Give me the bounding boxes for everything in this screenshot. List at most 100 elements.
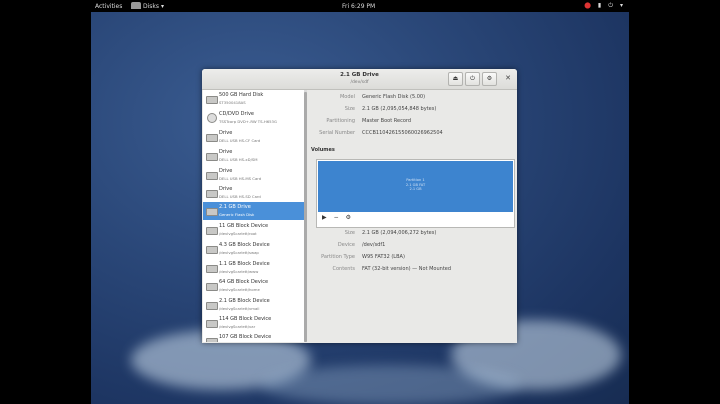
device-name: 1.1 GB Block Device xyxy=(219,261,270,267)
device-name: 107 GB Block Device xyxy=(219,334,272,340)
device-detail: /devlvgScarlett/home xyxy=(219,287,260,292)
network-icon[interactable]: ⬤ xyxy=(584,2,591,10)
device-row: Device/dev/sdf1 xyxy=(307,240,516,250)
drive-icon xyxy=(206,134,218,142)
volume-size-row: Size 2.1 GB (2,094,006,272 bytes) xyxy=(307,228,516,238)
usb-drive-icon xyxy=(206,208,218,216)
partitioning-label: Partitioning xyxy=(326,118,355,124)
contents-value: FAT (32-bit version) — Not Mounted xyxy=(362,266,452,272)
list-item-block-device-root[interactable]: 11 GB Block Device/devlvgScarlett/root xyxy=(203,221,304,239)
volume-toolbar: ▶ − ⚙ xyxy=(322,214,351,221)
device-name: 2.1 GB Drive xyxy=(219,204,251,210)
device-label: Device xyxy=(337,242,355,248)
device-name: Drive xyxy=(219,130,233,136)
gear-icon: ⚙ xyxy=(345,214,352,221)
device-detail: TSSTcorp DVD+-RW TS-H653G xyxy=(219,119,277,124)
partition-block[interactable]: Partition 1 2.1 GB FAT 2.1 GB xyxy=(318,161,513,212)
device-detail: /devlvgScarlett/vmail xyxy=(219,306,260,311)
block-device-icon xyxy=(206,265,218,273)
block-device-icon xyxy=(206,338,218,342)
partition-label: Partition 1 2.1 GB FAT 2.1 GB xyxy=(405,178,426,191)
drive-settings-button[interactable]: ⚙ xyxy=(482,72,497,86)
block-device-icon xyxy=(206,227,218,235)
device-detail: DELL USB HS-xD/SM xyxy=(219,157,258,162)
block-device-icon xyxy=(206,283,218,291)
list-item-drive-xd[interactable]: Drive DELL USB HS-xD/SM xyxy=(203,147,304,165)
list-item-block-device-107gb[interactable]: 107 GB Block Device xyxy=(203,332,304,342)
device-detail: DELL USB HS-CF Card xyxy=(219,138,261,143)
serial-row: Serial Number CCCB110426155060026962504 xyxy=(307,128,516,138)
partitioning-value: Master Boot Record xyxy=(362,118,412,124)
device-detail: /devlvgScarlett/swap xyxy=(219,250,259,255)
list-item-drive-ms[interactable]: Drive DELL USB HS-MS Card xyxy=(203,166,304,184)
device-name: CD/DVD Drive xyxy=(219,111,254,117)
partition-type-label: Partition Type xyxy=(321,254,355,260)
optical-disc-icon xyxy=(207,113,217,123)
list-item-cd-dvd-drive[interactable]: CD/DVD Drive TSSTcorp DVD+-RW TS-H653G xyxy=(203,109,304,127)
drive-icon xyxy=(206,172,218,180)
list-item-block-device-vmail[interactable]: 2.1 GB Block Device/devlvgScarlett/vmail xyxy=(203,296,304,314)
model-label: Model xyxy=(339,94,355,100)
list-item-block-device-var[interactable]: 114 GB Block Device/devlvgScarlett/var xyxy=(203,314,304,332)
clock[interactable]: Fri 6:29 PM xyxy=(342,3,375,10)
device-detail: Generic Flash Disk xyxy=(219,212,255,217)
block-device-icon xyxy=(206,302,218,310)
app-menu-label: Disks ▾ xyxy=(143,3,164,10)
device-list: 500 GB Hard Disk ST3500418AS CD/DVD Drive… xyxy=(203,90,304,342)
play-icon: ▶ xyxy=(322,214,327,221)
disks-window: 2.1 GB Drive /dev/sdf ⏏ ⏻ ⚙ ✕ 500 GB Har… xyxy=(202,69,517,343)
list-item-drive-cf[interactable]: Drive DELL USB HS-CF Card xyxy=(203,128,304,146)
power-off-button[interactable]: ⏻ xyxy=(465,72,480,86)
size-label: Size xyxy=(344,106,355,112)
device-name: 64 GB Block Device xyxy=(219,279,269,285)
gear-icon: ⚙ xyxy=(486,75,493,82)
device-detail: ST3500418AS xyxy=(219,100,246,105)
top-bar: Activities Disks ▾ Fri 6:29 PM ⬤ ▮ ⏻ ▾ xyxy=(91,0,629,12)
size-row: Size 2.1 GB (2,095,054,848 bytes) xyxy=(307,104,516,114)
device-name: Drive xyxy=(219,168,233,174)
serial-value: CCCB110426155060026962504 xyxy=(362,130,443,136)
contents-row: Contents FAT (32-bit version) — Not Mount… xyxy=(307,264,516,274)
drive-icon xyxy=(206,190,218,198)
volume-map: Partition 1 2.1 GB FAT 2.1 GB ▶ − ⚙ xyxy=(316,159,515,228)
volume-size-label: Size xyxy=(344,230,355,236)
chevron-down-icon[interactable]: ▾ xyxy=(620,2,623,10)
power-icon[interactable]: ⏻ xyxy=(608,2,613,10)
close-button[interactable]: ✕ xyxy=(502,72,514,84)
list-item-block-device-swap[interactable]: 4.3 GB Block Device/devlvgScarlett/swap xyxy=(203,240,304,258)
delete-partition-button[interactable]: − xyxy=(334,214,339,221)
partition-settings-button[interactable]: ⚙ xyxy=(346,214,351,221)
block-device-icon xyxy=(206,246,218,254)
cloud-decoration xyxy=(261,365,521,404)
partition-type-row: Partition Type W95 FAT32 (LBA) xyxy=(307,252,516,262)
partition-type-value: W95 FAT32 (LBA) xyxy=(362,254,405,260)
contents-label: Contents xyxy=(332,266,356,272)
window-titlebar[interactable]: 2.1 GB Drive /dev/sdf ⏏ ⏻ ⚙ ✕ xyxy=(202,69,517,90)
disks-app-icon xyxy=(131,2,141,9)
size-value: 2.1 GB (2,095,054,848 bytes) xyxy=(362,106,437,112)
activities-button[interactable]: Activities xyxy=(95,3,122,10)
minus-icon: − xyxy=(333,214,339,221)
close-icon: ✕ xyxy=(505,74,511,82)
list-item-drive-sd[interactable]: Drive DELL USB HS-SD Card xyxy=(203,184,304,202)
volume-size-value: 2.1 GB (2,094,006,272 bytes) xyxy=(362,230,437,236)
system-tray[interactable]: ⬤ ▮ ⏻ ▾ xyxy=(584,2,623,10)
partitioning-row: Partitioning Master Boot Record xyxy=(307,116,516,126)
power-icon: ⏻ xyxy=(470,75,475,82)
eject-button[interactable]: ⏏ xyxy=(448,72,463,86)
device-detail: DELL USB HS-SD Card xyxy=(219,194,261,199)
model-value: Generic Flash Disk (5.00) xyxy=(362,94,426,100)
list-item-500gb-hard-disk[interactable]: 500 GB Hard Disk ST3500418AS xyxy=(203,90,304,108)
device-detail: /devlvgScarlett/root xyxy=(219,231,257,236)
device-name: 114 GB Block Device xyxy=(219,316,272,322)
list-item-block-device-home[interactable]: 64 GB Block Device/devlvgScarlett/home xyxy=(203,277,304,295)
mount-button[interactable]: ▶ xyxy=(322,214,327,221)
device-detail: /devlvgScarlett/var xyxy=(219,324,256,329)
list-item-2-1gb-drive[interactable]: 2.1 GB Drive Generic Flash Disk xyxy=(203,202,304,220)
drive-icon xyxy=(206,153,218,161)
device-name: 11 GB Block Device xyxy=(219,223,269,229)
list-item-block-device-www[interactable]: 1.1 GB Block Device/devlvgScarlett/www xyxy=(203,259,304,277)
eject-icon: ⏏ xyxy=(452,75,459,82)
serial-label: Serial Number xyxy=(319,130,355,136)
volume-icon[interactable]: ▮ xyxy=(598,2,601,10)
